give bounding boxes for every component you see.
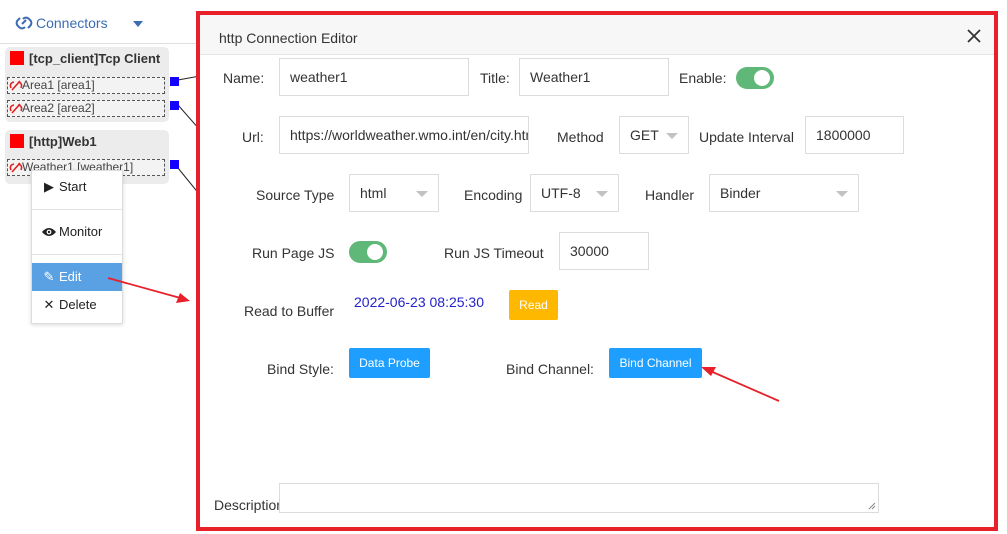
- close-x-icon: ✕: [43, 297, 55, 312]
- resize-grip-icon[interactable]: [868, 502, 876, 510]
- run-js-timeout-input[interactable]: 30000: [559, 232, 649, 270]
- eye-icon: [42, 218, 56, 246]
- unlink-icon: [9, 103, 23, 114]
- dialog-title: http Connection Editor: [219, 30, 358, 46]
- handler-select[interactable]: Binder: [709, 174, 859, 212]
- update-interval-label: Update Interval: [699, 129, 794, 145]
- name-label: Name:: [223, 70, 265, 86]
- menu-item-edit[interactable]: ✎ Edit: [32, 263, 122, 291]
- description-label: Description: [214, 497, 285, 513]
- run-page-js-label: Run Page JS: [252, 245, 335, 261]
- output-port[interactable]: [170, 77, 179, 86]
- method-value: GET: [630, 127, 659, 143]
- bind-style-label: Bind Style:: [267, 361, 334, 377]
- name-input[interactable]: weather1: [279, 58, 469, 96]
- close-icon[interactable]: [965, 27, 983, 45]
- output-port[interactable]: [170, 160, 179, 169]
- handler-value: Binder: [720, 185, 761, 201]
- enable-toggle[interactable]: [736, 67, 774, 89]
- toggle-knob: [367, 244, 383, 260]
- enable-label: Enable:: [679, 70, 727, 86]
- dropdown-arrow-icon: [666, 133, 678, 139]
- area-row[interactable]: Area1 [area1]: [7, 77, 165, 94]
- encoding-select[interactable]: UTF-8: [530, 174, 619, 212]
- connector-node-tcp-client[interactable]: [tcp_client]Tcp Client Area1 [area1] Are…: [5, 47, 169, 122]
- encoding-value: UTF-8: [541, 185, 581, 201]
- source-type-label: Source Type: [256, 187, 335, 203]
- menu-divider: [32, 254, 122, 255]
- run-page-js-toggle[interactable]: [349, 241, 387, 263]
- method-select[interactable]: GET: [619, 116, 689, 154]
- title-label: Title:: [480, 70, 510, 86]
- node-title: [http]Web1: [10, 134, 97, 149]
- update-interval-input[interactable]: 1800000: [805, 116, 904, 154]
- url-input[interactable]: https://worldweather.wmo.int/en/city.htm…: [279, 116, 529, 154]
- unlink-icon: [9, 80, 23, 91]
- title-input[interactable]: Weather1: [519, 58, 669, 96]
- status-square-icon: [10, 51, 24, 65]
- dropdown-arrow-icon: [836, 191, 848, 197]
- menu-divider: [32, 209, 122, 210]
- source-type-select[interactable]: html: [349, 174, 439, 212]
- area-row[interactable]: Area2 [area2]: [7, 100, 165, 117]
- handler-label: Handler: [645, 187, 695, 203]
- read-timestamp: 2022-06-23 08:25:30: [354, 294, 484, 310]
- run-js-timeout-label: Run JS Timeout: [444, 245, 544, 261]
- dropdown-arrow-icon: [596, 191, 608, 197]
- output-port[interactable]: [170, 101, 179, 110]
- menu-item-delete[interactable]: ✕ Delete: [32, 291, 122, 319]
- data-probe-button[interactable]: Data Probe: [349, 348, 430, 378]
- status-square-icon: [10, 134, 24, 148]
- play-icon: ▶: [44, 179, 54, 194]
- menu-item-monitor[interactable]: Monitor: [32, 218, 122, 246]
- source-type-value: html: [360, 185, 387, 201]
- read-button[interactable]: Read: [509, 290, 558, 320]
- menu-item-start[interactable]: ▶ Start: [32, 173, 122, 201]
- dropdown-arrow-icon: [416, 191, 428, 197]
- bind-channel-button[interactable]: Bind Channel: [609, 348, 702, 378]
- method-label: Method: [557, 129, 604, 145]
- description-textarea[interactable]: [279, 483, 879, 513]
- bind-channel-label: Bind Channel:: [506, 361, 594, 377]
- encoding-label: Encoding: [464, 187, 523, 203]
- pencil-icon: ✎: [43, 269, 55, 284]
- connection-editor-dialog: http Connection Editor Name: weather1 Ti…: [196, 11, 998, 531]
- url-label: Url:: [242, 129, 264, 145]
- context-menu: ▶ Start Monitor ✎ Edit ✕ Delete: [31, 170, 123, 324]
- read-to-buffer-label: Read to Buffer: [244, 303, 335, 319]
- unlink-icon: [9, 162, 23, 173]
- toggle-knob: [754, 70, 770, 86]
- node-title: [tcp_client]Tcp Client: [10, 51, 160, 66]
- app-root: Connectors [tcp_client]Tcp Client Area1 …: [0, 0, 1007, 534]
- dialog-header: http Connection Editor: [200, 15, 994, 55]
